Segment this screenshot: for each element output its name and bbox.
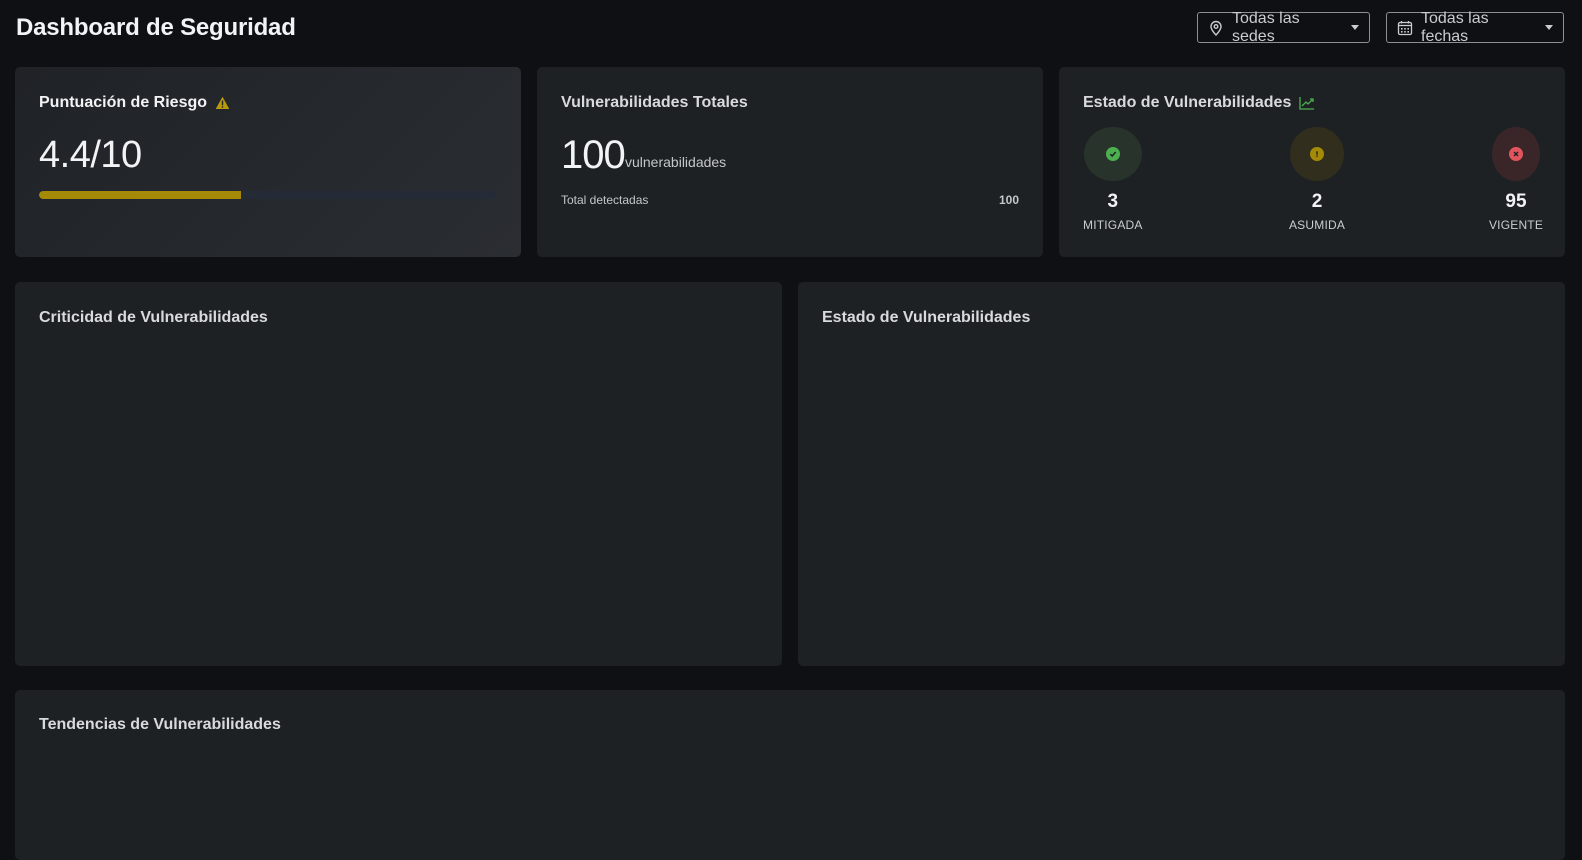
mitigated-label: MITIGADA bbox=[1083, 218, 1143, 232]
risk-score-card: Puntuación de Riesgo 4.4/10 bbox=[15, 67, 521, 257]
status-active: 95 VIGENTE bbox=[1488, 127, 1544, 232]
total-vulnerabilities-card: Vulnerabilidades Totales 100 vulnerabili… bbox=[537, 67, 1043, 257]
risk-score-title-row: Puntuación de Riesgo bbox=[39, 94, 230, 112]
header-bar: Dashboard de Seguridad Todas las sedes T… bbox=[0, 0, 1582, 56]
chevron-down-icon bbox=[1545, 25, 1553, 30]
status-chart-title: Estado de Vulnerabilidades bbox=[822, 309, 1031, 326]
location-filter-label: Todas las sedes bbox=[1232, 9, 1300, 45]
location-filter-dropdown[interactable]: Todas las sedes bbox=[1197, 9, 1370, 45]
total-vulnerabilities-title: Vulnerabilidades Totales bbox=[561, 94, 748, 111]
assumed-count: 2 bbox=[1311, 191, 1323, 212]
trends-chart-panel: Tendencias de Vulnerabilidades bbox=[15, 690, 1565, 860]
total-detected-value: 100 bbox=[998, 193, 1019, 207]
criticality-chart-panel: Criticidad de Vulnerabilidades bbox=[15, 282, 782, 666]
vulnerability-status-card: Estado de Vulnerabilidades 3 MITIGADA 2 … bbox=[1059, 67, 1565, 257]
exclamation-circle-icon bbox=[1310, 147, 1324, 161]
assumed-label: ASUMIDA bbox=[1288, 218, 1346, 232]
mitigated-icon-bg bbox=[1083, 127, 1142, 181]
warning-icon bbox=[215, 96, 230, 110]
status-assumed: 2 ASUMIDA bbox=[1288, 127, 1346, 232]
status-mitigated: 3 MITIGADA bbox=[1083, 127, 1143, 232]
active-count: 95 bbox=[1505, 191, 1527, 212]
status-chart-panel: Estado de Vulnerabilidades bbox=[798, 282, 1565, 666]
trending-up-icon bbox=[1299, 96, 1315, 110]
total-vulnerabilities-count: 100 bbox=[561, 133, 626, 177]
x-circle-icon bbox=[1509, 147, 1523, 161]
check-circle-icon bbox=[1105, 147, 1120, 161]
date-filter-dropdown[interactable]: Todas las fechas bbox=[1386, 9, 1564, 45]
total-vulnerabilities-unit: vulnerabilidades bbox=[625, 154, 727, 170]
date-filter-label: Todas las fechas bbox=[1421, 9, 1489, 45]
map-pin-icon bbox=[1208, 20, 1224, 36]
total-detected-label: Total detectadas bbox=[561, 193, 649, 207]
chevron-down-icon bbox=[1351, 25, 1359, 30]
calendar-icon bbox=[1397, 20, 1413, 36]
risk-score-progress-bar bbox=[39, 191, 497, 199]
page-title: Dashboard de Seguridad bbox=[16, 14, 296, 41]
active-icon-bg bbox=[1492, 127, 1540, 181]
vulnerability-status-title: Estado de Vulnerabilidades bbox=[1083, 94, 1292, 111]
assumed-icon-bg bbox=[1290, 127, 1344, 181]
trends-chart-title: Tendencias de Vulnerabilidades bbox=[39, 716, 281, 733]
mitigated-count: 3 bbox=[1107, 191, 1119, 212]
risk-score-title: Puntuación de Riesgo bbox=[39, 94, 208, 111]
vulnerability-status-title-row: Estado de Vulnerabilidades bbox=[1083, 94, 1315, 112]
risk-score-progress-fill bbox=[39, 191, 241, 199]
active-label: VIGENTE bbox=[1488, 218, 1544, 232]
risk-score-value: 4.4/10 bbox=[39, 134, 142, 176]
criticality-chart-title: Criticidad de Vulnerabilidades bbox=[39, 309, 268, 326]
